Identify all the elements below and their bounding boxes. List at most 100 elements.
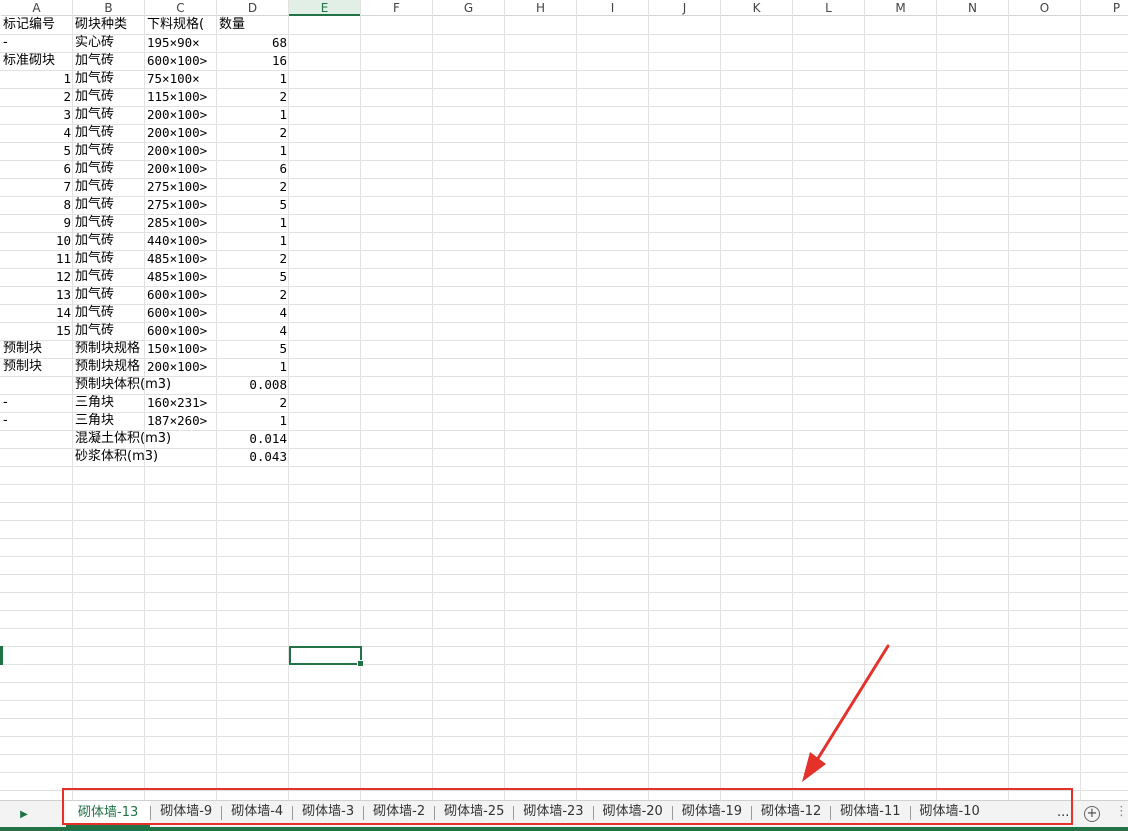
table-cell[interactable]: 4 xyxy=(217,304,289,322)
table-cell[interactable]: 68 xyxy=(217,34,289,52)
table-cell[interactable]: 2 xyxy=(1,88,73,106)
table-cell[interactable]: 预制块规格 xyxy=(73,358,145,376)
table-cell[interactable]: 1 xyxy=(217,358,289,376)
plus-circle-icon[interactable]: + xyxy=(1084,806,1100,822)
table-cell[interactable]: 砂浆体积(m3) xyxy=(73,448,217,466)
triangle-right-icon[interactable]: ▶ xyxy=(15,807,33,823)
table-cell[interactable]: 2 xyxy=(217,250,289,268)
table-cell[interactable]: 160×231> xyxy=(145,394,217,412)
table-cell[interactable]: 2 xyxy=(217,178,289,196)
column-header-i[interactable]: I xyxy=(577,0,649,16)
table-cell[interactable]: 预制块 xyxy=(1,340,73,358)
table-cell[interactable]: 1 xyxy=(217,70,289,88)
table-cell[interactable]: 加气砖 xyxy=(73,196,145,214)
table-cell[interactable]: 200×100> xyxy=(145,106,217,124)
table-cell[interactable]: 275×100> xyxy=(145,178,217,196)
header-cell[interactable]: 数量 xyxy=(217,16,289,34)
table-cell[interactable]: 5 xyxy=(217,340,289,358)
table-cell[interactable]: 275×100> xyxy=(145,196,217,214)
table-cell[interactable]: 预制块体积(m3) xyxy=(73,376,217,394)
table-cell[interactable]: 3 xyxy=(1,106,73,124)
table-cell[interactable]: 加气砖 xyxy=(73,232,145,250)
table-cell[interactable]: 4 xyxy=(1,124,73,142)
table-cell[interactable]: 16 xyxy=(217,52,289,70)
table-cell[interactable]: 预制块 xyxy=(1,358,73,376)
selected-cell[interactable] xyxy=(289,646,364,667)
table-cell[interactable]: 150×100> xyxy=(145,340,217,358)
table-cell[interactable]: 加气砖 xyxy=(73,142,145,160)
table-cell[interactable]: 加气砖 xyxy=(73,250,145,268)
table-cell[interactable]: 115×100> xyxy=(145,88,217,106)
table-cell[interactable]: - xyxy=(1,34,73,52)
table-cell[interactable]: 195×90× xyxy=(145,34,217,52)
table-cell[interactable]: 6 xyxy=(1,160,73,178)
table-cell[interactable]: 440×100> xyxy=(145,232,217,250)
table-cell[interactable]: 200×100> xyxy=(145,142,217,160)
table-cell[interactable]: 加气砖 xyxy=(73,178,145,196)
table-cell[interactable]: 加气砖 xyxy=(73,70,145,88)
table-cell[interactable]: 1 xyxy=(217,214,289,232)
table-cell[interactable]: 加气砖 xyxy=(73,286,145,304)
column-header-n[interactable]: N xyxy=(937,0,1009,16)
table-cell[interactable]: 12 xyxy=(1,268,73,286)
column-header-l[interactable]: L xyxy=(793,0,865,16)
table-cell[interactable]: 1 xyxy=(217,106,289,124)
table-cell[interactable]: 2 xyxy=(217,394,289,412)
table-cell[interactable]: 14 xyxy=(1,304,73,322)
table-cell[interactable]: 三角块 xyxy=(73,394,145,412)
table-cell[interactable]: 加气砖 xyxy=(73,106,145,124)
table-cell[interactable]: 标准砌块 xyxy=(1,52,73,70)
table-cell[interactable]: 5 xyxy=(217,196,289,214)
column-header-k[interactable]: K xyxy=(721,0,793,16)
table-cell[interactable]: - xyxy=(1,412,73,430)
table-cell[interactable]: 6 xyxy=(217,160,289,178)
table-cell[interactable]: 加气砖 xyxy=(73,88,145,106)
table-cell[interactable]: 9 xyxy=(1,214,73,232)
column-header-g[interactable]: G xyxy=(433,0,505,16)
column-header-c[interactable]: C xyxy=(145,0,217,16)
table-cell[interactable]: 1 xyxy=(217,232,289,250)
table-cell[interactable]: 15 xyxy=(1,322,73,340)
header-cell[interactable]: 标记编号 xyxy=(1,16,73,34)
table-cell[interactable]: 1 xyxy=(217,412,289,430)
table-cell[interactable]: 8 xyxy=(1,196,73,214)
table-cell[interactable]: 2 xyxy=(217,88,289,106)
table-cell[interactable]: 加气砖 xyxy=(73,52,145,70)
column-header-p[interactable]: P xyxy=(1081,0,1128,16)
header-cell[interactable]: 下料规格( xyxy=(145,16,217,34)
table-cell[interactable]: - xyxy=(1,394,73,412)
column-header-j[interactable]: J xyxy=(649,0,721,16)
table-cell[interactable]: 187×260> xyxy=(145,412,217,430)
table-cell[interactable]: 加气砖 xyxy=(73,124,145,142)
more-options-icon[interactable]: ⋮ xyxy=(1115,804,1128,819)
fill-handle[interactable] xyxy=(357,660,364,667)
table-cell[interactable]: 600×100> xyxy=(145,52,217,70)
header-cell[interactable]: 砌块种类 xyxy=(73,16,145,34)
table-cell[interactable]: 加气砖 xyxy=(73,304,145,322)
table-cell[interactable]: 0.043 xyxy=(217,448,289,466)
table-cell[interactable]: 200×100> xyxy=(145,358,217,376)
table-cell[interactable]: 13 xyxy=(1,286,73,304)
table-cell[interactable]: 2 xyxy=(217,124,289,142)
column-header-o[interactable]: O xyxy=(1009,0,1081,16)
table-cell[interactable]: 加气砖 xyxy=(73,322,145,340)
table-cell[interactable]: 600×100> xyxy=(145,304,217,322)
table-cell[interactable]: 混凝土体积(m3) xyxy=(73,430,217,448)
table-cell[interactable]: 0.014 xyxy=(217,430,289,448)
table-cell[interactable]: 200×100> xyxy=(145,160,217,178)
table-cell[interactable]: 7 xyxy=(1,178,73,196)
table-cell[interactable]: 2 xyxy=(217,286,289,304)
table-cell[interactable]: 200×100> xyxy=(145,124,217,142)
table-cell[interactable]: 5 xyxy=(1,142,73,160)
table-cell[interactable]: 加气砖 xyxy=(73,160,145,178)
table-cell[interactable]: 实心砖 xyxy=(73,34,145,52)
table-cell[interactable]: 预制块规格 xyxy=(73,340,145,358)
table-cell[interactable]: 加气砖 xyxy=(73,214,145,232)
column-header-e[interactable]: E xyxy=(289,0,361,16)
table-cell[interactable]: 0.008 xyxy=(217,376,289,394)
table-cell[interactable]: 600×100> xyxy=(145,322,217,340)
table-cell[interactable]: 1 xyxy=(217,142,289,160)
table-cell[interactable]: 75×100× xyxy=(145,70,217,88)
table-cell[interactable]: 11 xyxy=(1,250,73,268)
table-cell[interactable]: 三角块 xyxy=(73,412,145,430)
